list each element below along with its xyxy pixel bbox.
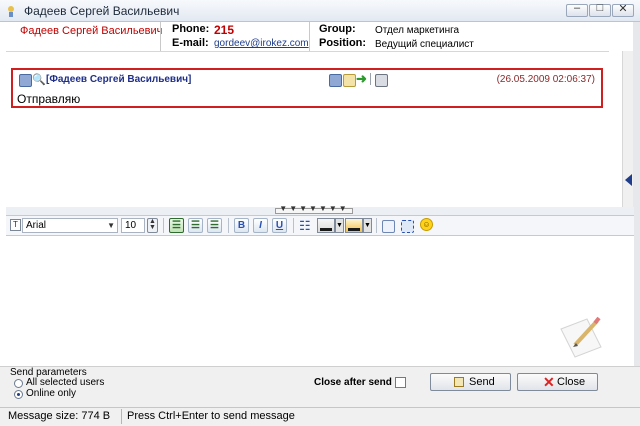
smiley-icon[interactable]: ☺ <box>420 218 433 231</box>
align-right-button[interactable]: ☰ <box>207 218 222 233</box>
close-button-label: Close <box>557 376 586 388</box>
close-after-send-label: Close after send <box>314 377 392 388</box>
bold-button[interactable]: B <box>234 218 249 233</box>
close-icon: ✕ <box>543 374 555 390</box>
position-label: Position: <box>319 37 367 49</box>
email-label: E-mail: <box>172 37 209 49</box>
group-label: Group: <box>319 23 356 35</box>
color-swatch <box>320 228 332 231</box>
collapse-arrow-icon[interactable] <box>625 174 632 186</box>
minimize-button[interactable]: – <box>566 2 588 17</box>
font-value: Arial <box>26 220 47 231</box>
icon-divider <box>370 73 371 85</box>
status-divider <box>121 409 122 424</box>
underline-button[interactable]: U <box>272 218 287 233</box>
send-hint: Press Ctrl+Enter to send message <box>127 410 295 422</box>
italic-button[interactable]: I <box>253 218 268 233</box>
font-select[interactable]: Arial ▼ <box>22 218 118 233</box>
header-divider <box>309 22 310 51</box>
size-stepper[interactable]: ▲ ▼ <box>147 218 158 233</box>
highlight-color-button[interactable] <box>345 218 363 233</box>
toolbar-divider <box>293 218 294 233</box>
message-item[interactable]: 🔍 [Фадеев Сергей Васильевич] ➜ (26.05.20… <box>11 68 603 108</box>
message-text: Отправляю <box>17 92 81 106</box>
toolbar-divider <box>163 218 164 233</box>
title-bar: Фадеев Сергей Васильевич – □ ✕ <box>0 0 640 22</box>
chevron-down-icon[interactable]: ▼ <box>335 218 344 233</box>
header-divider <box>160 22 161 51</box>
phone-value: 215 <box>214 23 235 37</box>
size-input[interactable]: 10 <box>121 218 145 233</box>
phone-label: Phone: <box>172 23 210 35</box>
print-icon[interactable] <box>375 74 388 87</box>
radio-all-users-label: All selected users <box>26 377 105 388</box>
group-value: Отдел маркетинга <box>375 25 460 36</box>
radio-online-only[interactable] <box>14 390 23 399</box>
chevron-down-icon: ▼ <box>107 221 115 230</box>
screenshot-icon[interactable] <box>401 220 414 233</box>
font-icon: T <box>10 219 21 231</box>
compose-watermark-icon <box>557 315 605 361</box>
close-after-send-checkbox[interactable] <box>395 377 406 388</box>
message-editor[interactable] <box>6 236 634 366</box>
italic-label: I <box>259 220 262 231</box>
search-icon[interactable]: 🔍 <box>32 73 46 86</box>
radio-online-only-label: Online only <box>26 388 77 399</box>
contact-header: Фадеев Сергей Васильевич Phone: 215 E-ma… <box>6 22 634 51</box>
radio-all-users[interactable] <box>14 379 23 388</box>
splitter-grip[interactable]: ▼▼▼▼▼▼▼ <box>275 204 353 214</box>
message-size: Message size: 774 B <box>8 410 111 422</box>
size-value: 10 <box>125 220 137 231</box>
send-button[interactable]: Send <box>430 373 511 391</box>
user-icon[interactable] <box>19 74 32 87</box>
email-link[interactable]: gordeev@irokez.com <box>214 38 309 49</box>
profile-icon[interactable] <box>329 74 342 87</box>
bullet-list-icon[interactable]: ☷ <box>299 218 311 234</box>
notes-icon[interactable] <box>343 74 356 87</box>
window-title: Фадеев Сергей Васильевич <box>24 4 180 18</box>
align-center-button[interactable]: ☰ <box>188 218 203 233</box>
send-icon <box>454 377 464 387</box>
insert-file-icon[interactable] <box>382 220 395 233</box>
position-value: Ведущий специалист <box>375 39 474 50</box>
align-left-button[interactable]: ☰ <box>169 218 184 233</box>
app-icon <box>4 4 18 18</box>
close-window-button[interactable]: ✕ <box>612 3 634 17</box>
forward-icon[interactable]: ➜ <box>356 71 367 87</box>
toolbar-divider <box>376 218 377 233</box>
message-date: (26.05.2009 02:06:37) <box>496 74 595 85</box>
contact-name: Фадеев Сергей Васильевич <box>20 25 163 37</box>
text-color-button[interactable] <box>317 218 335 233</box>
color-swatch <box>348 228 360 231</box>
bold-label: B <box>237 220 246 231</box>
close-button[interactable]: ✕ Close <box>517 373 598 391</box>
message-author: [Фадеев Сергей Васильевич] <box>46 74 192 85</box>
underline-label: U <box>275 220 284 231</box>
maximize-button[interactable]: □ <box>589 2 611 17</box>
chevron-down-icon[interactable]: ▼ <box>363 218 372 233</box>
toolbar-divider <box>228 218 229 233</box>
send-button-label: Send <box>469 376 495 388</box>
